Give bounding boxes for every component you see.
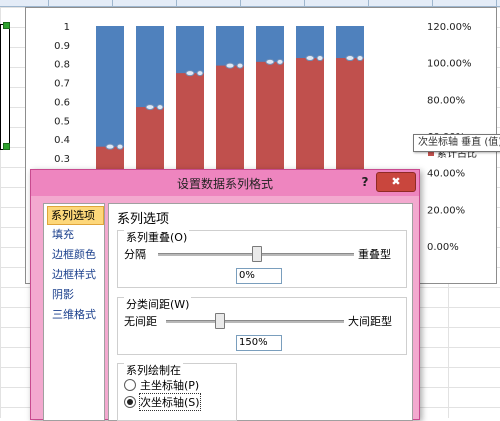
selected-cell[interactable] [0,22,10,150]
primary-axis-radio[interactable] [124,379,136,391]
gap-min-label: 无间距 [124,315,157,328]
secondary-axis-radio[interactable] [124,396,136,408]
series-selection-handle[interactable] [116,143,124,150]
series-selection-handle[interactable] [156,104,164,111]
primary-axis-tick-label: 0.8 [54,60,70,71]
column-header-bar [0,0,500,7]
primary-axis-tick-label: 0.5 [54,116,70,127]
axis-tooltip: 次坐标轴 垂直 (值) [413,134,500,152]
column-separator[interactable] [176,0,177,6]
series-selection-handle[interactable] [145,104,155,111]
column-separator[interactable] [432,0,433,6]
gap-width-label: 分类间距(W) [124,296,192,312]
overlap-min-label: 分隔 [124,248,146,261]
series-selection-handle[interactable] [305,55,315,62]
series-selection-handle[interactable] [356,55,364,62]
section-title: 系列选项 [117,212,170,227]
secondary-axis-tick-label: 100.00% [427,59,472,70]
nav-border-style[interactable]: 边框样式 [49,266,104,283]
nav-3d-format[interactable]: 三维格式 [49,306,104,323]
help-button[interactable]: ? [356,173,374,191]
series-selection-handle[interactable] [105,143,115,150]
nav-fill[interactable]: 填充 [49,226,104,243]
primary-axis-tick-label: 1 [64,22,70,33]
column-separator[interactable] [112,0,113,6]
plot-series-on-group: 系列绘制在 主坐标轴(P) 次坐标轴(S) [117,362,237,421]
dialog-titlebar[interactable]: 设置数据系列格式 ? ✖ [31,170,419,196]
selection-handle[interactable] [3,143,10,150]
dialog-nav-panel: 系列选项 填充 边框颜色 边框样式 阴影 三维格式 [43,203,105,421]
primary-axis-tick-label: 0.9 [54,41,70,52]
series-selection-handle[interactable] [196,70,204,77]
primary-axis-tick-label: 0.3 [54,154,70,165]
overlap-label: 系列重叠(O) [124,229,190,245]
secondary-axis-tick-label: 120.00% [427,22,472,33]
gap-max-label: 大间距型 [348,315,392,328]
series-selection-handle[interactable] [236,62,244,69]
selection-handle[interactable] [3,22,10,29]
column-separator[interactable] [304,0,305,6]
column-separator[interactable] [48,0,49,6]
plot-series-on-label: 系列绘制在 [124,362,183,378]
secondary-axis-tick-label: 20.00% [427,205,465,216]
nav-shadow[interactable]: 阴影 [49,286,104,303]
gap-width-group: 分类间距(W) 无间距 大间距型 150% [117,296,407,355]
gap-value-input[interactable]: 150% [236,335,282,351]
column-separator[interactable] [240,0,241,6]
series-selection-handle[interactable] [345,55,355,62]
close-button[interactable]: ✖ [376,172,416,192]
secondary-axis-tick-label: 0.00% [427,242,459,253]
overlap-slider-thumb[interactable] [252,246,262,262]
format-data-series-dialog: 设置数据系列格式 ? ✖ 系列选项 填充 边框颜色 边框样式 阴影 三维格式 系… [30,169,420,421]
column-separator[interactable] [368,0,369,6]
primary-axis-tick-label: 0.4 [54,135,70,146]
series-selection-handle[interactable] [265,58,275,65]
series-options-panel: 系列选项 系列重叠(O) 分隔 重叠型 0% 分类间距(W) 无间距 大间距型 … [108,203,413,421]
overlap-value-input[interactable]: 0% [236,268,282,284]
gap-slider-track[interactable] [166,320,344,323]
gap-slider-thumb[interactable] [215,313,226,329]
secondary-axis-tick-label: 80.00% [427,95,465,106]
secondary-axis-label[interactable]: 次坐标轴(S) [139,393,201,411]
overlap-group: 系列重叠(O) 分隔 重叠型 0% [117,229,407,288]
nav-border-color[interactable]: 边框颜色 [49,246,104,263]
secondary-axis-tick-label: 40.00% [427,169,465,180]
series-selection-handle[interactable] [276,58,284,65]
primary-axis-label[interactable]: 主坐标轴(P) [140,377,199,393]
primary-axis-tick-label: 0.7 [54,79,70,90]
primary-axis-tick-label: 0.6 [54,97,70,108]
series-selection-handle[interactable] [225,62,235,69]
series-selection-handle[interactable] [316,55,324,62]
overlap-max-label: 重叠型 [358,248,391,261]
nav-series-options[interactable]: 系列选项 [47,206,104,225]
column-separator[interactable] [496,0,497,6]
series-selection-handle[interactable] [185,70,195,77]
